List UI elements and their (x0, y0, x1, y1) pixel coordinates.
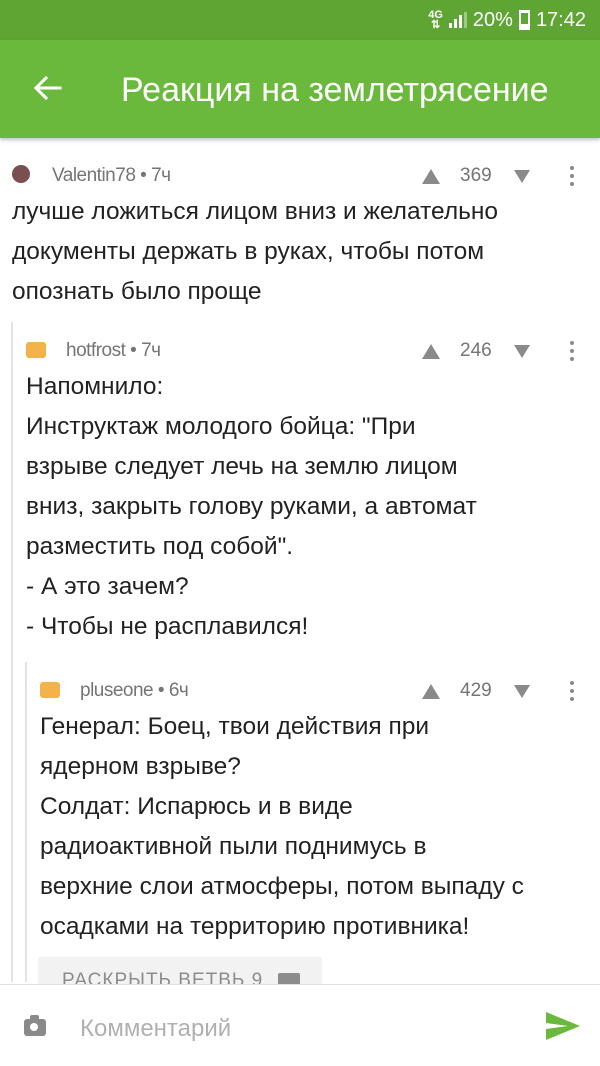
comment-score: 246 (460, 340, 492, 361)
app-bar: Реакция на землетрясение (0, 40, 600, 138)
avatar[interactable] (12, 165, 30, 183)
upvote-icon[interactable] (422, 344, 440, 359)
more-options-icon[interactable] (570, 341, 574, 361)
comment-text: Напомнило: Инструктаж молодого бойца: "П… (26, 373, 477, 640)
comment-header: hotfrost • 7ч 246 (26, 335, 590, 365)
clock: 17:42 (535, 8, 586, 31)
back-arrow-icon[interactable] (26, 66, 70, 110)
page-title: Реакция на землетрясение (121, 71, 549, 109)
comment-header: Valentin78 • 7ч 369 (12, 160, 590, 190)
battery-percent: 20% (472, 8, 513, 31)
comment-author[interactable]: pluseone • 6ч (80, 680, 189, 702)
comment: hotfrost • 7ч 246 Напомнило: Инструктаж … (26, 335, 590, 647)
network-label: 4G (428, 9, 443, 21)
comment-text: лучше ложиться лицом вниз и желательно д… (12, 198, 499, 305)
comment: pluseone • 6ч 429 Генерал: Боец, твои де… (40, 675, 590, 947)
downvote-icon[interactable] (514, 170, 530, 183)
upvote-icon[interactable] (422, 684, 440, 699)
battery-icon (518, 10, 530, 30)
comment-text: Генерал: Боец, твои действия при ядерном… (40, 713, 524, 940)
signal-icon (448, 12, 467, 28)
comment-header: pluseone • 6ч 429 (40, 675, 590, 705)
comment-input-bar (0, 984, 600, 1066)
status-bar: 4G ⇅ 20% 17:42 (0, 0, 600, 40)
network-type: 4G ⇅ (428, 9, 443, 31)
thread-line-level-2 (25, 662, 27, 982)
comment-author[interactable]: Valentin78 • 7ч (52, 165, 171, 187)
upvote-icon[interactable] (422, 169, 440, 184)
more-options-icon[interactable] (570, 681, 574, 701)
camera-icon[interactable] (24, 1015, 46, 1036)
thread-line-level-1 (11, 322, 13, 982)
avatar[interactable] (26, 342, 46, 358)
downvote-icon[interactable] (514, 685, 530, 698)
status-icons: 4G ⇅ 20% 17:42 (428, 8, 586, 32)
comment-score: 429 (460, 680, 492, 701)
comment-score: 369 (460, 165, 492, 186)
send-icon[interactable] (546, 1012, 580, 1040)
comment-input[interactable] (80, 1009, 520, 1049)
comment-author[interactable]: hotfrost • 7ч (66, 340, 161, 362)
comment: Valentin78 • 7ч 369 лучше ложиться лицом… (12, 160, 590, 312)
more-options-icon[interactable] (570, 166, 574, 186)
downvote-icon[interactable] (514, 345, 530, 358)
avatar[interactable] (40, 682, 60, 698)
